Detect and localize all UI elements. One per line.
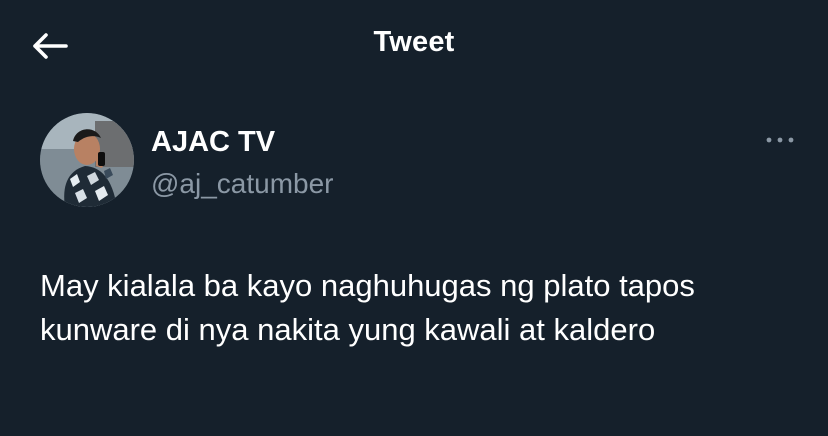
tweet-author-row: AJAC TV @aj_catumber bbox=[40, 113, 800, 209]
display-name[interactable]: AJAC TV bbox=[151, 125, 334, 159]
top-bar: Tweet bbox=[0, 0, 828, 88]
page-title: Tweet bbox=[373, 26, 455, 58]
tweet-text: May kialala ba kayo naghuhugas ng plato … bbox=[40, 268, 695, 347]
more-options-button[interactable] bbox=[760, 128, 800, 152]
user-avatar-icon bbox=[40, 113, 134, 207]
author-meta: AJAC TV @aj_catumber bbox=[151, 125, 334, 200]
author-avatar[interactable] bbox=[40, 113, 134, 207]
user-handle[interactable]: @aj_catumber bbox=[151, 168, 334, 200]
more-horizontal-icon bbox=[766, 137, 794, 143]
